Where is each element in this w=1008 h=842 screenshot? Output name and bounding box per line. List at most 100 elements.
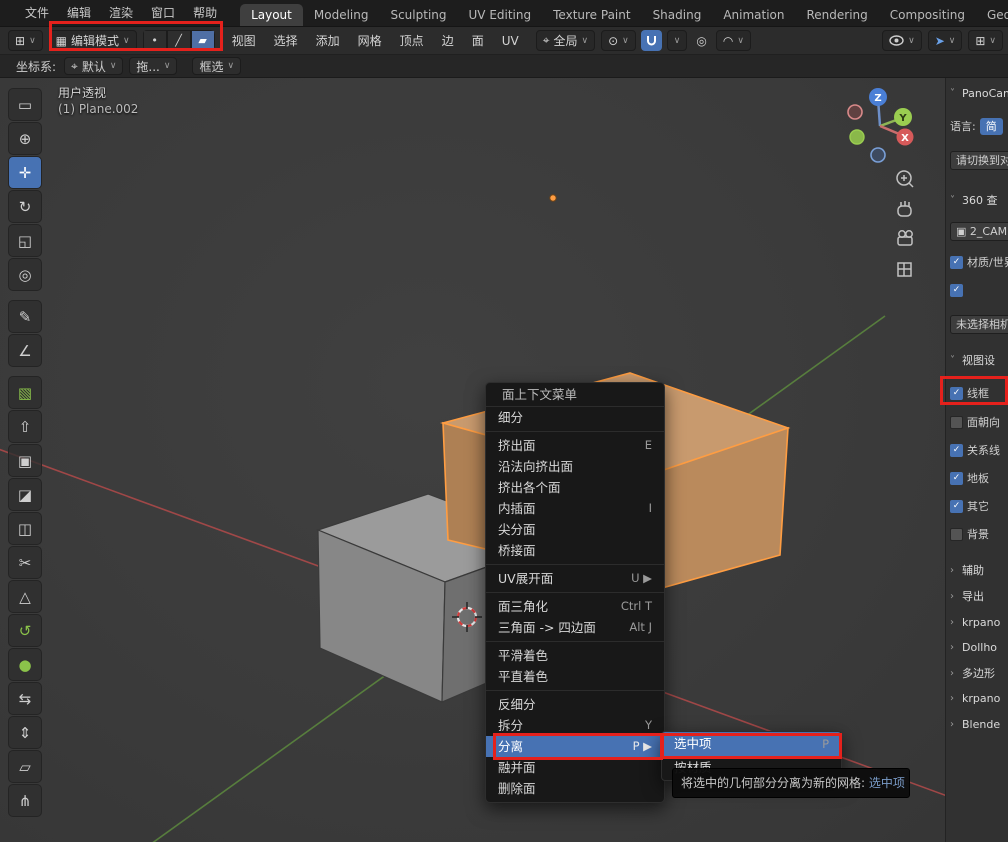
section-blender[interactable]: ›Blende bbox=[950, 714, 1008, 734]
transform-orientation-dropdown[interactable]: ⌖ 全局 ∨ bbox=[536, 30, 595, 51]
tab-modeling[interactable]: Modeling bbox=[303, 4, 380, 27]
tool-rotate[interactable]: ↻ bbox=[8, 190, 42, 223]
navigation-gizmo[interactable]: Z Y X bbox=[848, 88, 914, 162]
section-360[interactable]: ˅360 查 bbox=[950, 190, 1008, 210]
submenu-item-selection[interactable]: 选中项 P bbox=[662, 732, 841, 756]
section-dollhouse[interactable]: ›Dollho bbox=[950, 637, 1008, 657]
tool-transform[interactable]: ◎ bbox=[8, 258, 42, 291]
menu-item-inset-faces[interactable]: 内插面I bbox=[486, 498, 664, 519]
tool-poly-build[interactable]: △ bbox=[8, 580, 42, 613]
menu-view[interactable]: 视图 bbox=[224, 27, 264, 55]
editor-type-dropdown[interactable]: ⊞ ∨ bbox=[8, 30, 43, 51]
menu-item-dissolve-faces[interactable]: 融并面 bbox=[486, 757, 664, 778]
gizmo-x-neg[interactable] bbox=[848, 105, 862, 119]
snap-toggle-button[interactable] bbox=[641, 30, 662, 51]
menu-item-split[interactable]: 拆分Y bbox=[486, 715, 664, 736]
face-select-button[interactable]: ▰ bbox=[191, 30, 215, 51]
box-select-dropdown[interactable]: 框选 ∨ bbox=[192, 57, 241, 75]
tool-shear[interactable]: ▱ bbox=[8, 750, 42, 783]
menu-vertex[interactable]: 顶点 bbox=[392, 27, 432, 55]
camera-view-button[interactable] bbox=[898, 231, 912, 245]
menu-item-subdivide[interactable]: 细分 bbox=[486, 407, 664, 428]
menu-face[interactable]: 面 bbox=[464, 27, 492, 55]
gizmos-dropdown[interactable]: ➤ ∨ bbox=[928, 30, 963, 51]
menu-item-delete-faces[interactable]: 删除面 bbox=[486, 778, 664, 799]
gizmo-z-neg[interactable] bbox=[871, 148, 885, 162]
tab-animation[interactable]: Animation bbox=[712, 4, 795, 27]
floor-checkbox[interactable]: ✓ bbox=[950, 472, 963, 485]
tool-loop-cut[interactable]: ◫ bbox=[8, 512, 42, 545]
section-view-settings[interactable]: ˅视图设 bbox=[950, 350, 1008, 370]
tool-move[interactable]: ✛ bbox=[8, 156, 42, 189]
zoom-button[interactable] bbox=[897, 171, 913, 187]
material-world-checkbox[interactable]: ✓ bbox=[950, 256, 963, 269]
tab-compositing[interactable]: Compositing bbox=[879, 4, 976, 27]
proportional-edit-toggle[interactable]: ◎ bbox=[692, 30, 710, 51]
tool-smooth[interactable]: ● bbox=[8, 648, 42, 681]
language-button[interactable]: 简 bbox=[980, 118, 1003, 135]
tool-bevel[interactable]: ◪ bbox=[8, 478, 42, 511]
section-polygon[interactable]: ›多边形 bbox=[950, 663, 1008, 683]
tool-annotate[interactable]: ✎ bbox=[8, 300, 42, 333]
menu-uv[interactable]: UV bbox=[494, 27, 527, 55]
pivot-point-dropdown[interactable]: ⊙ ∨ bbox=[601, 30, 636, 51]
face-orientation-checkbox[interactable] bbox=[950, 416, 963, 429]
section-export[interactable]: ›导出 bbox=[950, 586, 1008, 606]
section-krpano-2[interactable]: ›krpano bbox=[950, 688, 1008, 708]
vertex-select-button[interactable]: • bbox=[143, 30, 167, 51]
menu-item-shade-smooth[interactable]: 平滑着色 bbox=[486, 645, 664, 666]
gizmo-y-neg[interactable] bbox=[850, 130, 864, 144]
viewport-3d[interactable]: Z Y X bbox=[0, 78, 945, 842]
overlays-dropdown[interactable]: ⊞ ∨ bbox=[968, 30, 1003, 51]
drag-dropdown[interactable]: 拖... ∨ bbox=[129, 57, 177, 75]
switch-object-button[interactable]: 请切换到对 bbox=[950, 151, 1008, 170]
menu-item-extrude-faces[interactable]: 挤出面E bbox=[486, 435, 664, 456]
tab-layout[interactable]: Layout bbox=[240, 4, 303, 27]
mode-dropdown[interactable]: ▦ 编辑模式 ∨ bbox=[49, 30, 137, 51]
menu-item-poke-faces[interactable]: 尖分面 bbox=[486, 519, 664, 540]
tab-rendering[interactable]: Rendering bbox=[796, 4, 879, 27]
tool-knife[interactable]: ✂ bbox=[8, 546, 42, 579]
tab-uv-editing[interactable]: UV Editing bbox=[458, 4, 543, 27]
menu-render[interactable]: 渲染 bbox=[100, 0, 142, 27]
tool-add-cube[interactable]: ▧ bbox=[8, 376, 42, 409]
edge-select-button[interactable]: ╱ bbox=[167, 30, 191, 51]
section-assist[interactable]: ›辅助 bbox=[950, 560, 1008, 580]
visibility-dropdown[interactable]: ∨ bbox=[882, 30, 922, 51]
ortho-toggle-button[interactable] bbox=[898, 263, 911, 276]
tool-shrink-fatten[interactable]: ⇕ bbox=[8, 716, 42, 749]
camera-item-button[interactable]: ▣ 2_CAM bbox=[950, 222, 1008, 241]
menu-item-separate[interactable]: 分离P ▶ bbox=[486, 736, 664, 757]
menu-item-extrude-individual[interactable]: 挤出各个面 bbox=[486, 477, 664, 498]
tool-spin[interactable]: ↺ bbox=[8, 614, 42, 647]
tool-rip-region[interactable]: ⋔ bbox=[8, 784, 42, 817]
tab-texture-paint[interactable]: Texture Paint bbox=[542, 4, 641, 27]
coord-default-dropdown[interactable]: ⌖ 默认 ∨ bbox=[64, 57, 123, 75]
background-checkbox[interactable] bbox=[950, 528, 963, 541]
falloff-dropdown[interactable]: ◠ ∨ bbox=[716, 30, 751, 51]
tab-geometry-nodes[interactable]: Geometry Nodes bbox=[976, 4, 1008, 27]
pan-hand-button[interactable] bbox=[898, 201, 911, 216]
menu-window[interactable]: 窗口 bbox=[142, 0, 184, 27]
menu-item-uv-unwrap[interactable]: UV展开面U ▶ bbox=[486, 568, 664, 589]
menu-item-bridge-faces[interactable]: 桥接面 bbox=[486, 540, 664, 561]
menu-item-triangulate[interactable]: 面三角化Ctrl T bbox=[486, 596, 664, 617]
tab-shading[interactable]: Shading bbox=[642, 4, 713, 27]
snap-settings-dropdown[interactable]: ∨ bbox=[667, 30, 688, 51]
menu-item-tris-to-quads[interactable]: 三角面 -> 四边面Alt J bbox=[486, 617, 664, 638]
menu-item-unsubdivide[interactable]: 反细分 bbox=[486, 694, 664, 715]
menu-mesh[interactable]: 网格 bbox=[350, 27, 390, 55]
menu-item-shade-flat[interactable]: 平直着色 bbox=[486, 666, 664, 687]
menu-file[interactable]: 文件 bbox=[16, 0, 58, 27]
extra-checkbox[interactable]: ✓ bbox=[950, 284, 963, 297]
tool-scale[interactable]: ◱ bbox=[8, 224, 42, 257]
wireframe-checkbox[interactable]: ✓ bbox=[950, 387, 963, 400]
menu-help[interactable]: 帮助 bbox=[184, 0, 226, 27]
menu-edit[interactable]: 编辑 bbox=[58, 0, 100, 27]
tool-inset-faces[interactable]: ▣ bbox=[8, 444, 42, 477]
menu-item-extrude-along-normals[interactable]: 沿法向挤出面 bbox=[486, 456, 664, 477]
tool-edge-slide[interactable]: ⇆ bbox=[8, 682, 42, 715]
relationship-lines-checkbox[interactable]: ✓ bbox=[950, 444, 963, 457]
no-camera-button[interactable]: 未选择相机 bbox=[950, 315, 1008, 334]
section-krpano-1[interactable]: ›krpano bbox=[950, 612, 1008, 632]
